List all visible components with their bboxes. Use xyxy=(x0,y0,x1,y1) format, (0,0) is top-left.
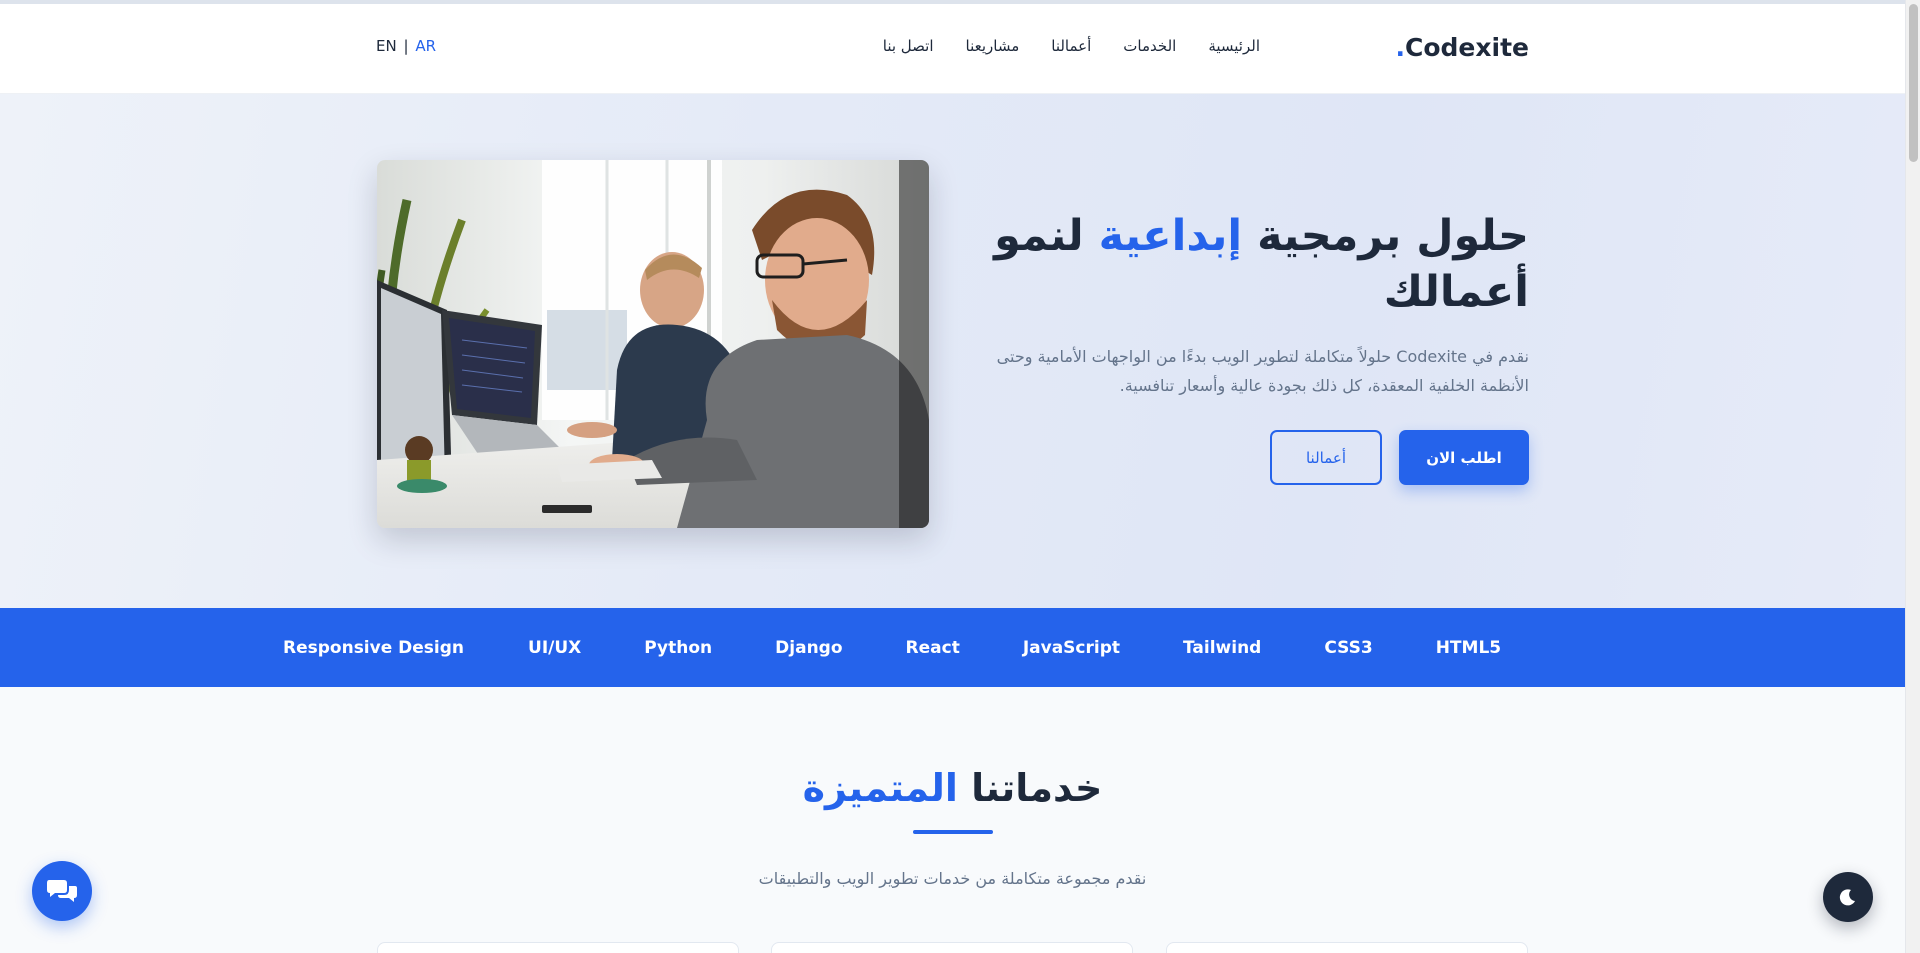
service-card-3[interactable] xyxy=(1166,942,1528,953)
tech-item-css3: CSS3 xyxy=(1324,637,1373,658)
lang-ar-link[interactable]: AR xyxy=(415,37,436,55)
tech-strip: Responsive Design UI/UX Python Django Re… xyxy=(0,608,1905,687)
moon-icon xyxy=(1839,889,1855,906)
our-works-button[interactable]: أعمالنا xyxy=(1270,430,1382,485)
services-title-main: خدماتنا xyxy=(957,766,1103,810)
nav-item-projects[interactable]: مشاريعنا xyxy=(966,37,1020,55)
logo-text: Codexite xyxy=(1405,33,1529,62)
services-subtitle: نقدم مجموعة متكاملة من خدمات تطوير الويب… xyxy=(758,869,1147,888)
chat-bubbles-icon xyxy=(47,880,77,902)
nav-item-contact[interactable]: اتصل بنا xyxy=(883,37,934,55)
tech-item-uiux: UI/UX xyxy=(528,637,582,658)
site-header: .Codexite الرئيسية الخدمات أعمالنا مشاري… xyxy=(0,4,1905,94)
tech-item-responsive: Responsive Design xyxy=(283,637,465,658)
scrollbar[interactable] xyxy=(1905,0,1920,953)
tech-item-tailwind: Tailwind xyxy=(1183,637,1262,658)
order-now-button[interactable]: اطلب الان xyxy=(1399,430,1529,485)
nav-item-home[interactable]: الرئيسية xyxy=(1208,37,1260,55)
lang-en-link[interactable]: EN xyxy=(376,37,397,55)
hero-title-accent: إبداعية xyxy=(1098,211,1243,261)
tech-item-html5: HTML5 xyxy=(1435,637,1502,658)
service-card-1[interactable] xyxy=(377,942,739,953)
tech-item-javascript: JavaScript xyxy=(1022,637,1121,658)
tech-item-python: Python xyxy=(644,637,713,658)
tech-list: Responsive Design UI/UX Python Django Re… xyxy=(283,608,1501,687)
nav-item-services[interactable]: الخدمات xyxy=(1123,37,1176,55)
service-card-2[interactable] xyxy=(771,942,1133,953)
theme-toggle-button[interactable] xyxy=(1823,872,1873,922)
hero-description: نقدم في Codexite حلولاً متكاملة لتطوير ا… xyxy=(996,347,1529,395)
tech-item-django: Django xyxy=(775,637,843,658)
office-photo-icon xyxy=(377,160,929,528)
services-title: خدماتنا المتميزة xyxy=(0,766,1905,810)
hero-image xyxy=(377,160,929,528)
chat-button[interactable] xyxy=(32,861,92,921)
logo-dot: . xyxy=(1395,33,1406,62)
services-title-accent: المتميزة xyxy=(802,766,958,810)
main-nav: الرئيسية الخدمات أعمالنا مشاريعنا اتصل ب… xyxy=(883,37,1260,55)
scrollbar-thumb[interactable] xyxy=(1909,4,1918,162)
hero-title-part1: حلول برمجية xyxy=(1242,211,1529,261)
title-underline xyxy=(913,830,993,834)
tech-item-react: React xyxy=(905,637,960,658)
hero-title: حلول برمجية إبداعية لنمو أعمالك xyxy=(969,208,1529,320)
logo[interactable]: .Codexite xyxy=(1396,33,1529,62)
lang-separator: | xyxy=(403,37,409,55)
nav-item-works[interactable]: أعمالنا xyxy=(1051,37,1091,55)
language-switcher: EN | AR xyxy=(376,37,436,55)
hero-section: حلول برمجية إبداعية لنمو أعمالك نقدم في … xyxy=(0,94,1905,608)
